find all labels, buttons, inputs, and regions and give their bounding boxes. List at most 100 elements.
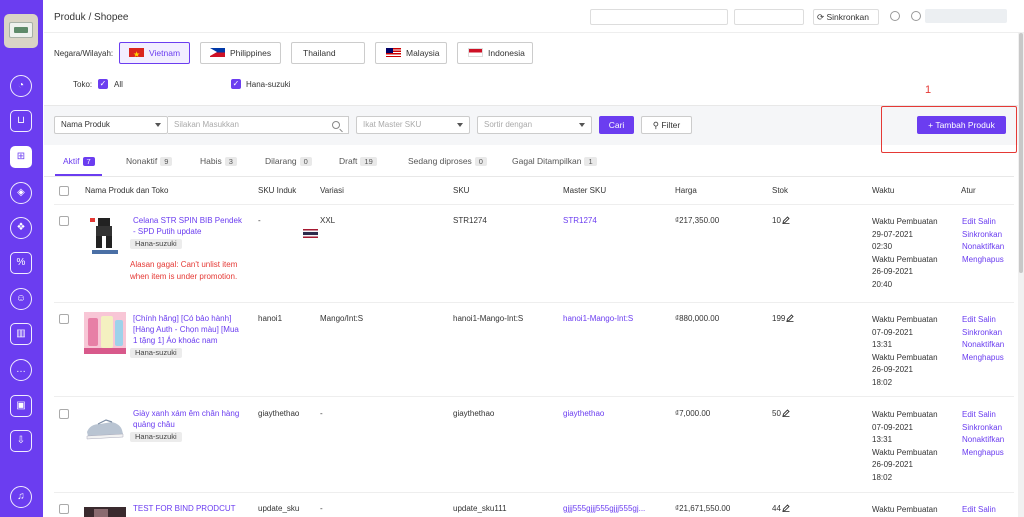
action-deactivate[interactable]: Nonaktifkan — [962, 434, 1004, 447]
shop-tag: Hana-suzuki — [130, 348, 182, 358]
sort-select[interactable]: Sortir dengan — [477, 116, 592, 134]
scrollbar[interactable] — [1018, 33, 1024, 517]
product-name-link[interactable]: [Chính hãng] [Có bảo hành] [Hàng Auth - … — [130, 313, 245, 358]
tab-sedang-diproses[interactable]: Sedang diproses 0 — [408, 156, 487, 166]
tab-dilarang[interactable]: Dilarang 0 — [265, 156, 312, 166]
master-sku-select[interactable]: Ikat Master SKU — [356, 116, 470, 134]
cart-icon[interactable]: ⊔ — [10, 110, 32, 132]
shop-hana-label: Hana-suzuki — [246, 80, 291, 89]
action-delete[interactable]: Menghapus — [962, 352, 1004, 365]
product-thumbnail[interactable] — [84, 505, 126, 517]
edit-pencil-icon[interactable] — [786, 314, 794, 322]
shop-all-checkbox[interactable]: ✓ — [98, 79, 108, 89]
action-edit-copy[interactable]: Edit Salin — [962, 504, 996, 517]
action-sync[interactable]: Sinkronkan — [962, 422, 1004, 435]
top-select-box[interactable] — [734, 9, 804, 25]
product-name-link[interactable]: Giày xanh xám êm chân hàng quảng châu Ha… — [130, 408, 245, 442]
scrollbar-thumb[interactable] — [1019, 33, 1023, 273]
product-name-link[interactable]: Celana STR SPIN BIB Pendek - SPD Putih u… — [130, 215, 245, 249]
action-edit-copy[interactable]: Edit Salin — [962, 216, 1004, 229]
tab-nonaktif[interactable]: Nonaktif 9 — [126, 156, 173, 166]
parent-sku: - — [258, 216, 261, 225]
variation: - — [320, 409, 323, 418]
headset-icon[interactable]: ♫ — [10, 486, 32, 508]
country-philippines[interactable]: Philippines — [200, 42, 281, 64]
users-icon[interactable]: ☺ — [10, 288, 32, 310]
action-deactivate[interactable]: Nonaktifkan — [962, 339, 1004, 352]
edit-pencil-icon[interactable] — [782, 504, 790, 512]
action-delete[interactable]: Menghapus — [962, 447, 1004, 460]
action-delete[interactable]: Menghapus — [962, 254, 1004, 267]
chart-icon[interactable]: ▥ — [10, 323, 32, 345]
user-account[interactable] — [925, 9, 1007, 23]
percent-icon[interactable]: % — [10, 252, 32, 274]
row-checkbox[interactable] — [59, 216, 69, 226]
gallery-icon[interactable]: ▣ — [10, 395, 32, 417]
country-thailand[interactable]: Thailand — [291, 42, 365, 238]
country-vietnam[interactable]: Vietnam — [119, 42, 190, 64]
top-sync-button[interactable]: ⟳ Sinkronkan — [813, 9, 879, 25]
action-edit-copy[interactable]: Edit Salin — [962, 314, 1004, 327]
product-thumbnail[interactable] — [84, 312, 126, 354]
chevron-down-icon — [457, 123, 463, 127]
search-icon[interactable] — [332, 121, 340, 129]
row-actions: Edit Salin Sinkronkan Nonaktifkan Mengha… — [962, 314, 1004, 364]
search-input[interactable]: Silakan Masukkan — [168, 116, 349, 134]
top-search-box[interactable] — [590, 9, 728, 25]
tab-draft[interactable]: Draft 19 — [339, 156, 377, 166]
product-name-link[interactable]: TEST FOR BIND PRODCUT — [130, 503, 245, 514]
tab-gagal-ditampilkan[interactable]: Gagal Ditampilkan 1 — [512, 156, 597, 166]
col-header-master-sku: Master SKU — [563, 186, 607, 195]
download-icon[interactable]: ⇩ — [10, 430, 32, 452]
action-sync[interactable]: Sinkronkan — [962, 327, 1004, 340]
master-sku-link[interactable]: gjjj555gjjj555gjjj555gj... — [563, 504, 668, 513]
country-malaysia[interactable]: Malaysia — [375, 42, 447, 64]
col-header-variation: Variasi — [320, 186, 344, 195]
master-sku-link[interactable]: hanoi1-Mango-Int:S — [563, 314, 633, 323]
filter-button[interactable]: ⚲ Filter — [641, 116, 692, 134]
stock[interactable]: 50 — [772, 409, 790, 418]
country-indonesia[interactable]: Indonesia — [457, 42, 533, 64]
help-icon[interactable] — [890, 11, 900, 21]
tab-divider — [44, 176, 1014, 177]
action-deactivate[interactable]: Nonaktifkan — [962, 241, 1004, 254]
action-sync[interactable]: Sinkronkan — [962, 229, 1004, 242]
edit-pencil-icon[interactable] — [782, 216, 790, 224]
top-divider — [44, 32, 1024, 33]
col-header-stock: Stok — [772, 186, 789, 195]
row-checkbox[interactable] — [59, 504, 69, 514]
master-sku-link[interactable]: STR1274 — [563, 216, 597, 225]
philippines-flag-icon — [210, 48, 225, 57]
edit-pencil-icon[interactable] — [782, 409, 790, 417]
shop-all-label: All — [114, 80, 123, 89]
tab-habis[interactable]: Habis 3 — [200, 156, 237, 166]
time-info: Waktu Pembuatan — [872, 505, 938, 514]
price: ₫217,350.00 — [675, 216, 720, 225]
dashboard-icon[interactable]: ◔ — [10, 75, 32, 97]
vietnam-flag-icon — [129, 48, 144, 57]
action-edit-copy[interactable]: Edit Salin — [962, 409, 1004, 422]
product-thumbnail[interactable] — [84, 406, 126, 448]
shop-label: Toko: — [73, 80, 93, 89]
row-checkbox[interactable] — [59, 314, 69, 324]
shop-hana-checkbox[interactable]: ✓ — [231, 79, 241, 89]
parent-sku: hanoi1 — [258, 314, 283, 323]
app-logo[interactable] — [4, 14, 38, 48]
product-tree-icon[interactable]: ⊞ — [10, 146, 32, 168]
chat-icon[interactable]: … — [10, 359, 32, 381]
stock[interactable]: 199 — [772, 314, 794, 323]
time-info: Waktu Pembuatan 07-09-2021 13:31 Waktu Pem… — [872, 410, 938, 482]
row-checkbox[interactable] — [59, 409, 69, 419]
stock[interactable]: 10 — [772, 216, 790, 225]
col-header-price: Harga — [675, 186, 697, 195]
box-icon[interactable]: ◈ — [10, 182, 32, 204]
search-field-select[interactable]: Nama Produk — [54, 116, 168, 134]
stock[interactable]: 44 — [772, 504, 790, 513]
select-all-checkbox[interactable] — [59, 186, 69, 196]
master-sku-link[interactable]: giaythethao — [563, 409, 604, 418]
notification-icon[interactable] — [911, 11, 921, 21]
search-button[interactable]: Cari — [599, 116, 634, 134]
dropbox-icon[interactable]: ❖ — [10, 217, 32, 239]
product-thumbnail[interactable] — [84, 214, 126, 256]
tab-aktif[interactable]: Aktif 7 — [63, 156, 95, 166]
